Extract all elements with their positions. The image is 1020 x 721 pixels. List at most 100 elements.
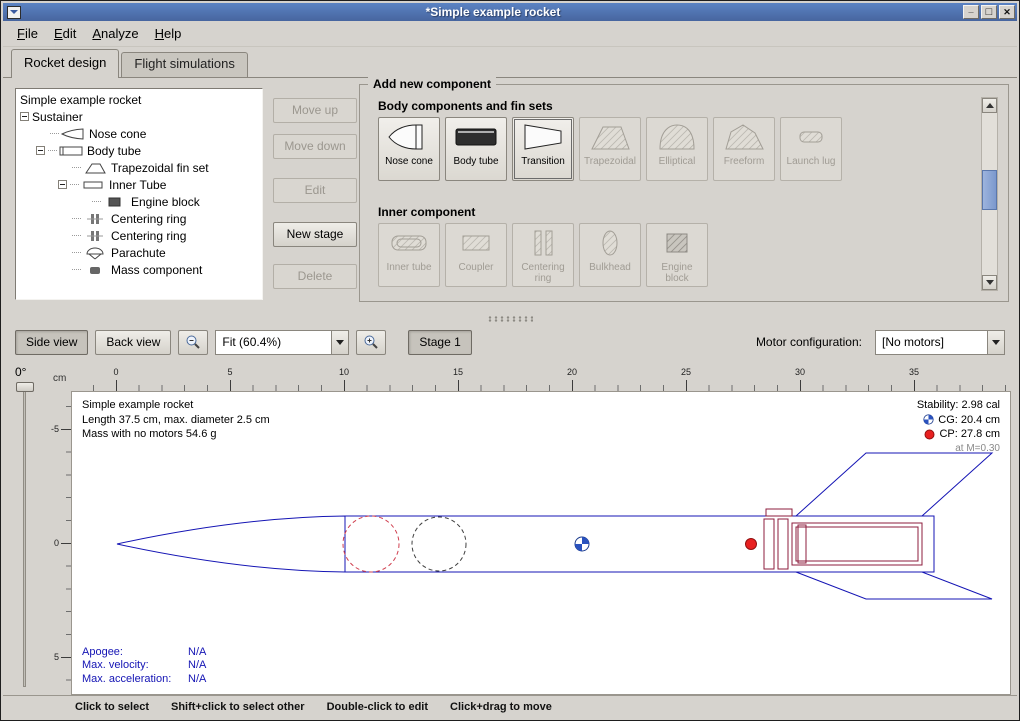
zoom-value: Fit (60.4%) bbox=[216, 331, 331, 354]
component-scrollbar[interactable] bbox=[981, 97, 998, 291]
chevron-down-icon[interactable] bbox=[331, 331, 348, 354]
tree-item-fin-set[interactable]: Trapezoidal fin set bbox=[16, 159, 262, 176]
engine-block-shape[interactable] bbox=[798, 525, 806, 563]
pane-splitter[interactable] bbox=[3, 315, 1017, 323]
transition-icon bbox=[520, 118, 566, 156]
stage-1-toggle[interactable]: Stage 1 bbox=[408, 330, 471, 355]
centering-ring-shape[interactable] bbox=[778, 519, 788, 569]
launch-lug-shape[interactable] bbox=[766, 509, 792, 516]
chevron-down-icon[interactable] bbox=[987, 331, 1004, 354]
inner-tube-shape[interactable] bbox=[792, 523, 922, 565]
body-tube-button[interactable]: Body tube bbox=[445, 117, 507, 181]
fin-top-shape[interactable] bbox=[796, 453, 992, 516]
body-tube-shape[interactable] bbox=[345, 516, 934, 572]
engine-block-button-label: Engine block bbox=[647, 262, 707, 284]
close-icon[interactable] bbox=[999, 5, 1015, 19]
delete-button[interactable]: Delete bbox=[273, 264, 357, 289]
centering-ring-button[interactable]: Centering ring bbox=[512, 223, 574, 287]
elliptical-fin-button[interactable]: Elliptical bbox=[646, 117, 708, 181]
splitter-handle-icon[interactable] bbox=[487, 316, 533, 322]
app-window: *Simple example rocket File Edit Analyze… bbox=[0, 0, 1020, 721]
tab-flight-simulations[interactable]: Flight simulations bbox=[121, 52, 247, 77]
rocket-info-block: Simple example rocket Length 37.5 cm, ma… bbox=[82, 398, 270, 442]
zoom-select[interactable]: Fit (60.4%) bbox=[215, 330, 349, 355]
ruler-tick-label: 0 bbox=[54, 538, 59, 548]
engine-block-button[interactable]: Engine block bbox=[646, 223, 708, 287]
menu-analyze[interactable]: Analyze bbox=[84, 23, 146, 44]
scroll-up-button[interactable] bbox=[982, 98, 997, 113]
tree-item-label: Simple example rocket bbox=[20, 93, 141, 107]
cp-icon bbox=[924, 429, 935, 440]
arrow-up-icon bbox=[986, 99, 994, 108]
coupler-button[interactable]: Coupler bbox=[445, 223, 507, 287]
rotation-slider-thumb[interactable] bbox=[16, 382, 34, 392]
zoom-out-button[interactable] bbox=[178, 330, 208, 355]
tree-item-engine-block[interactable]: Engine block bbox=[16, 193, 262, 210]
tree-item-centering-ring-1[interactable]: Centering ring bbox=[16, 210, 262, 227]
tabstrip: Rocket design Flight simulations bbox=[3, 47, 1017, 77]
trapezoidal-fin-button[interactable]: Trapezoidal bbox=[579, 117, 641, 181]
tree-item-rocket[interactable]: Simple example rocket bbox=[16, 91, 262, 108]
nose-cone-icon bbox=[61, 127, 85, 141]
fin-bottom-shape[interactable] bbox=[796, 572, 992, 599]
max-acceleration-value: N/A bbox=[188, 673, 206, 685]
inner-tube-icon bbox=[81, 178, 105, 192]
centering-ring-shape[interactable] bbox=[764, 519, 774, 569]
minimize-icon[interactable] bbox=[963, 5, 979, 19]
tree-item-sustainer[interactable]: Sustainer bbox=[16, 108, 262, 125]
add-component-title: Add new component bbox=[368, 77, 496, 91]
status-hint-double-click: Double-click to edit bbox=[327, 701, 428, 713]
tree-connector bbox=[72, 218, 81, 219]
tree-item-nose-cone[interactable]: Nose cone bbox=[16, 125, 262, 142]
transition-button[interactable]: Transition bbox=[512, 117, 574, 181]
menu-edit[interactable]: Edit bbox=[46, 23, 84, 44]
arrow-down-icon bbox=[986, 280, 994, 289]
max-velocity-value: N/A bbox=[188, 659, 206, 671]
parachute-shape[interactable] bbox=[343, 516, 399, 572]
collapse-icon[interactable] bbox=[20, 112, 29, 121]
mass-component-shape[interactable] bbox=[412, 517, 466, 571]
launch-lug-button[interactable]: Launch lug bbox=[780, 117, 842, 181]
collapse-icon[interactable] bbox=[58, 180, 67, 189]
scroll-down-button[interactable] bbox=[982, 275, 997, 290]
move-down-button[interactable]: Move down bbox=[273, 134, 357, 159]
tab-rocket-design[interactable]: Rocket design bbox=[11, 49, 119, 78]
bulkhead-icon bbox=[587, 224, 633, 262]
move-up-button[interactable]: Move up bbox=[273, 98, 357, 123]
tree-item-body-tube[interactable]: Body tube bbox=[16, 142, 262, 159]
status-hint-shift-click: Shift+click to select other bbox=[171, 701, 305, 713]
titlebar[interactable]: *Simple example rocket bbox=[3, 3, 1017, 21]
nose-cone-button[interactable]: Nose cone bbox=[378, 117, 440, 181]
inner-tube-button[interactable]: Inner tube bbox=[378, 223, 440, 287]
tree-item-centering-ring-2[interactable]: Centering ring bbox=[16, 227, 262, 244]
rotation-slider[interactable] bbox=[23, 391, 26, 687]
nose-cone-shape[interactable] bbox=[117, 516, 345, 572]
side-view-button[interactable]: Side view bbox=[15, 330, 88, 355]
ruler-tick-label: -5 bbox=[51, 424, 59, 434]
trapezoidal-fin-icon bbox=[587, 118, 633, 156]
freeform-fin-button[interactable]: Freeform bbox=[713, 117, 775, 181]
rocket-view-area: 0° cm 0 5 10 15 20 25 30 35 -5 0 5 bbox=[3, 361, 1017, 695]
menu-file[interactable]: File bbox=[9, 23, 46, 44]
flight-data-block: Apogee:N/A Max. velocity:N/A Max. accele… bbox=[82, 646, 206, 687]
tree-item-mass-component[interactable]: Mass component bbox=[16, 261, 262, 278]
edit-button[interactable]: Edit bbox=[273, 178, 357, 203]
component-tree[interactable]: Simple example rocket Sustainer Nose con… bbox=[15, 88, 263, 300]
back-view-button[interactable]: Back view bbox=[95, 330, 171, 355]
motor-configuration-select[interactable]: [No motors] bbox=[875, 330, 1005, 355]
cp-value: CP: 27.8 cm bbox=[939, 427, 1000, 442]
bulkhead-button[interactable]: Bulkhead bbox=[579, 223, 641, 287]
inner-tube-wall-shape[interactable] bbox=[796, 527, 918, 561]
launch-lug-button-label: Launch lug bbox=[785, 156, 838, 167]
collapse-icon[interactable] bbox=[36, 146, 45, 155]
ruler-tick-label: 15 bbox=[453, 367, 463, 377]
new-stage-button[interactable]: New stage bbox=[273, 222, 357, 247]
zoom-in-button[interactable] bbox=[356, 330, 386, 355]
rocket-canvas[interactable]: Simple example rocket Length 37.5 cm, ma… bbox=[71, 391, 1011, 695]
tree-item-parachute[interactable]: Parachute bbox=[16, 244, 262, 261]
scrollbar-thumb[interactable] bbox=[982, 170, 997, 210]
maximize-icon[interactable] bbox=[981, 5, 997, 19]
menu-help[interactable]: Help bbox=[147, 23, 190, 44]
tree-item-inner-tube[interactable]: Inner Tube bbox=[16, 176, 262, 193]
apogee-label: Apogee: bbox=[82, 646, 188, 660]
